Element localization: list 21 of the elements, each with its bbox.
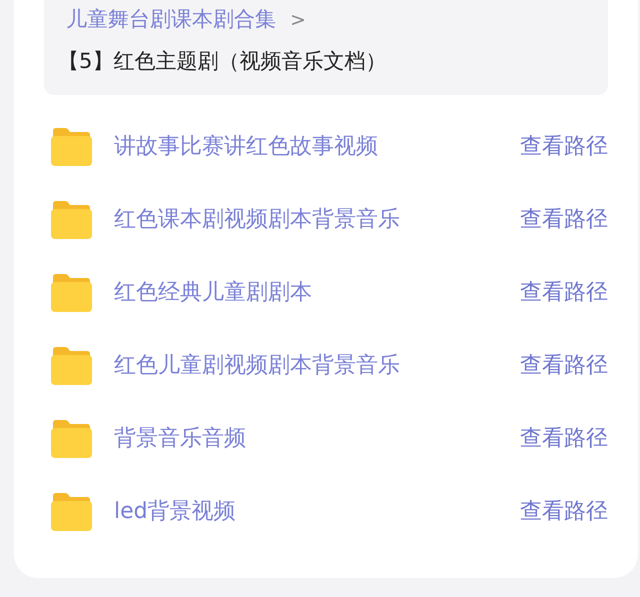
folder-icon: [50, 200, 92, 238]
folder-name[interactable]: 红色儿童剧视频剧本背景音乐: [114, 349, 400, 382]
folder-icon: [50, 346, 92, 384]
view-path-link[interactable]: 查看路径: [520, 422, 608, 455]
folder-icon: [50, 274, 92, 312]
folder-name[interactable]: 红色课本剧视频剧本背景音乐: [114, 203, 400, 236]
folder-icon: [50, 492, 92, 530]
folder-name[interactable]: led背景视频: [114, 495, 236, 528]
breadcrumb-separator: >: [290, 8, 306, 33]
current-folder-title: 【5】红色主题剧（视频音乐文档）: [58, 48, 388, 75]
view-path-link[interactable]: 查看路径: [520, 276, 608, 309]
breadcrumb-link[interactable]: 儿童舞台剧课本剧合集: [66, 4, 276, 36]
folder-icon: [50, 420, 92, 458]
view-path-link[interactable]: 查看路径: [520, 349, 608, 382]
view-path-link[interactable]: 查看路径: [520, 130, 608, 163]
view-path-link[interactable]: 查看路径: [520, 203, 608, 236]
folder-name[interactable]: 讲故事比赛讲红色故事视频: [114, 130, 378, 163]
folder-name[interactable]: 背景音乐音频: [114, 422, 246, 455]
view-path-link[interactable]: 查看路径: [520, 495, 608, 528]
folder-icon: [50, 128, 92, 166]
folder-name[interactable]: 红色经典儿童剧剧本: [114, 276, 312, 309]
